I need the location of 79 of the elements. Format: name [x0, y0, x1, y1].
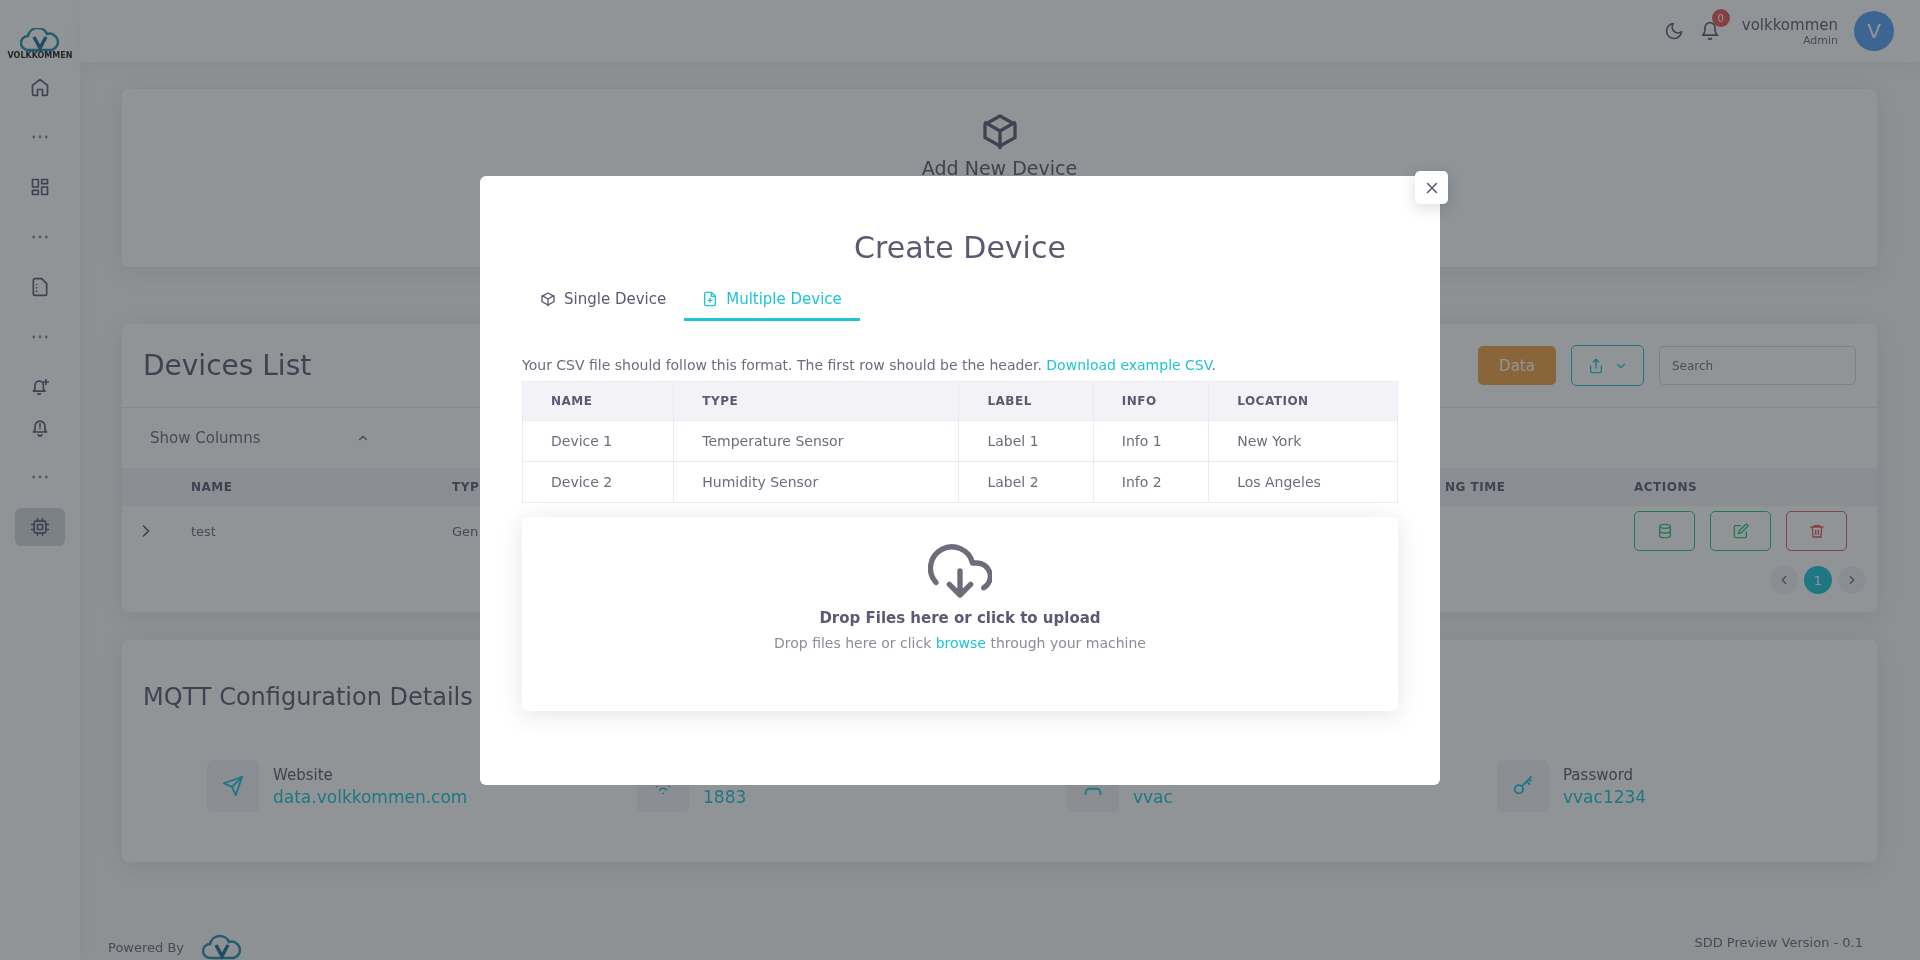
database-icon [1656, 523, 1673, 539]
column-header: ACTIONS [1634, 480, 1698, 494]
detail-value: data.volkkommen.com [273, 786, 468, 807]
edit-button[interactable] [1710, 511, 1771, 551]
user-role: Admin [1802, 33, 1838, 47]
dots-icon [32, 335, 48, 339]
notification-badge: 0 [1711, 9, 1730, 27]
search-field[interactable]: Search [1659, 346, 1856, 385]
data-button[interactable]: Data [1478, 346, 1556, 385]
data-action-button[interactable] [1634, 511, 1695, 551]
file-icon [30, 277, 50, 297]
table-cell: New York [1208, 420, 1398, 462]
box-icon [540, 291, 556, 307]
browse-link[interactable]: browse [935, 635, 986, 651]
upload-icon [1587, 357, 1604, 374]
table-cell: test [191, 523, 216, 539]
column-header: NAME [191, 480, 233, 494]
table-cell: Info 2 [1093, 461, 1209, 503]
delete-button[interactable] [1786, 511, 1847, 551]
table-cell: Label 2 [958, 461, 1094, 503]
chip-icon [30, 517, 50, 537]
column-header: TYP [452, 480, 480, 494]
dialog-title: Create Device [853, 229, 1067, 267]
table-cell: Humidity Sensor [673, 461, 959, 503]
card-title: MQTT Configuration Details [143, 683, 473, 711]
download-link[interactable]: Download example CSV [1046, 357, 1212, 373]
column-header: TYPE [673, 381, 959, 421]
table-cell: Info 1 [1093, 420, 1209, 462]
bell-plus-icon [30, 377, 50, 397]
card-title: Devices List [143, 349, 312, 382]
file-dropzone[interactable]: Drop Files here or click to upload Drop files here or click browse through your machine [522, 517, 1398, 711]
column-header: NG TIME [1445, 480, 1506, 494]
bell-alert-icon [30, 417, 50, 437]
file-plus-icon [702, 291, 719, 307]
card-title: Add New Device [921, 157, 1078, 179]
cloud-logo-icon [20, 28, 60, 52]
column-header: NAME [522, 381, 674, 421]
trash-icon [1808, 523, 1825, 539]
user-icon [1082, 786, 1104, 797]
version-text: SDD Preview Version - 0.1 [1694, 935, 1863, 952]
sidebar-item[interactable] [15, 508, 65, 546]
detail-label: Password [1563, 765, 1635, 784]
cloud-logo-icon [202, 932, 242, 960]
table-cell: Device 1 [522, 420, 674, 462]
dots-icon [32, 475, 48, 479]
dropzone-title: Drop Files here or click to upload [819, 609, 1101, 627]
detail-value: vvac [1133, 786, 1173, 807]
detail-label: Website [273, 765, 334, 784]
page-button[interactable]: 1 [1804, 566, 1832, 594]
user-name: volkkommen [1741, 15, 1838, 34]
instruction-text: Your CSV file should follow this format. The first row should be the header. Download example CSV. [522, 357, 1217, 373]
table-cell: Los Angeles [1208, 461, 1398, 503]
tab[interactable]: Single Device [522, 280, 685, 321]
dots-icon [32, 135, 48, 139]
key-icon [1512, 775, 1534, 797]
detail-value: vvac1234 [1563, 786, 1647, 807]
column-header: LOCATION [1208, 381, 1398, 421]
user-avatar[interactable]: V [1854, 11, 1894, 51]
send-icon [222, 775, 244, 797]
dropzone-text: Drop files here or click browse through your machine [774, 635, 1146, 651]
bell-icon [1699, 21, 1720, 41]
show-columns-toggle[interactable]: Show Columns [150, 429, 370, 447]
table-cell: Device 2 [522, 461, 674, 503]
table-cell: Temperature Sensor [673, 420, 959, 462]
column-header: INFO [1093, 381, 1209, 421]
grid-icon [30, 177, 50, 197]
close-button[interactable] [1415, 171, 1448, 204]
home-icon [30, 77, 50, 97]
powered-by-text: Powered By [108, 939, 184, 955]
table-cell: Label 1 [958, 420, 1094, 462]
logo-text: VOLKKOMMEN [7, 52, 73, 59]
dots-icon [32, 235, 48, 239]
table-cell: Gen [452, 523, 479, 539]
edit-icon [1732, 523, 1749, 539]
detail-value: 1883 [703, 786, 747, 807]
tab[interactable]: Multiple Device [684, 280, 860, 321]
export-button[interactable] [1571, 345, 1644, 386]
column-header: LABEL [958, 381, 1094, 421]
moon-icon [1663, 21, 1684, 41]
